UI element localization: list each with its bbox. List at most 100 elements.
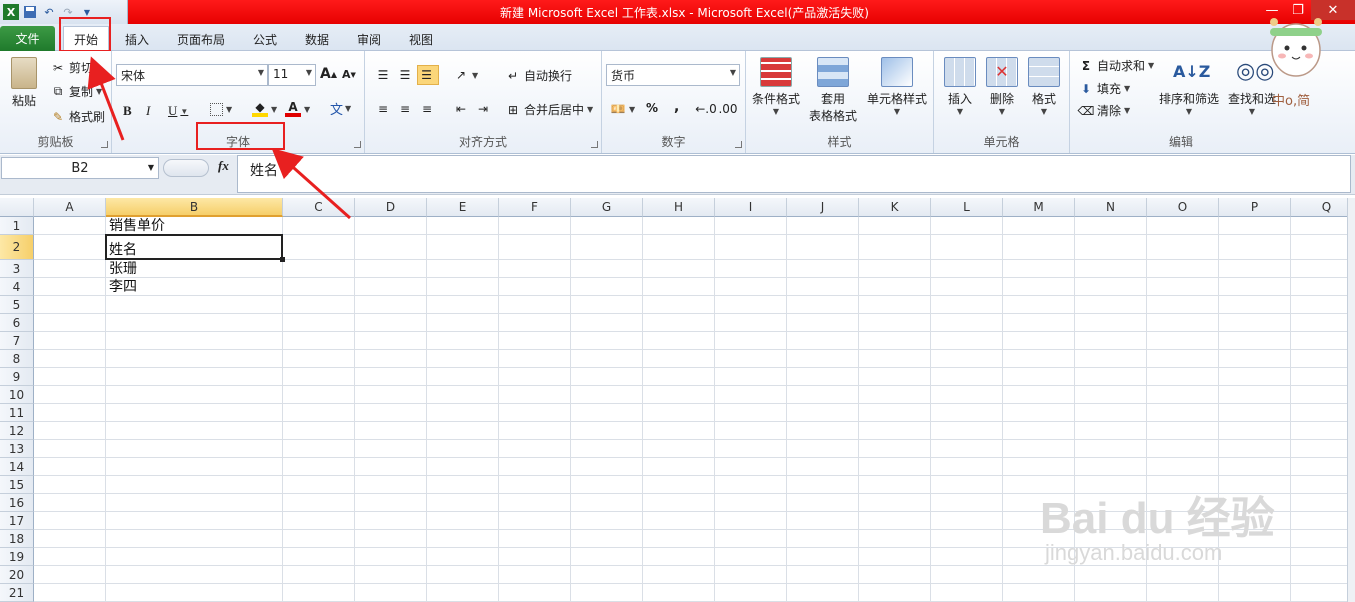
column-header-m[interactable]: M xyxy=(1003,198,1075,217)
shrink-font-button[interactable]: A ▼ xyxy=(342,68,356,81)
fill-color-button[interactable]: ◆ ▼ xyxy=(252,100,277,117)
align-top-button[interactable]: ☰ xyxy=(375,67,394,83)
row-header-7[interactable]: 7 xyxy=(0,332,34,350)
column-header-a[interactable]: A xyxy=(34,198,106,217)
row-header-18[interactable]: 18 xyxy=(0,530,34,548)
formula-input[interactable]: 姓名 xyxy=(237,155,1351,193)
insert-function-button[interactable]: fx xyxy=(218,158,229,174)
row-header-21[interactable]: 21 xyxy=(0,584,34,602)
increase-decimal-button[interactable]: ←.0 xyxy=(695,101,717,117)
font-launcher-icon[interactable] xyxy=(354,141,361,148)
row-header-14[interactable]: 14 xyxy=(0,458,34,476)
formula-bar-handle[interactable] xyxy=(163,159,209,177)
row-header-17[interactable]: 17 xyxy=(0,512,34,530)
sort-filter-button[interactable]: A↓Z 排序和筛选 ▼ xyxy=(1158,57,1220,116)
decrease-indent-button[interactable]: ⇤ xyxy=(453,101,472,117)
cell-b3[interactable]: 张珊 xyxy=(106,260,283,278)
phonetic-button[interactable]: 文 ▼ xyxy=(330,99,351,118)
tab-view[interactable]: 视图 xyxy=(402,28,440,50)
grow-font-button[interactable]: A ▲ xyxy=(320,66,337,82)
align-left-button[interactable]: ≡ xyxy=(375,101,394,117)
column-header-p[interactable]: P xyxy=(1219,198,1291,217)
select-all-corner[interactable] xyxy=(0,198,34,217)
column-header-j[interactable]: J xyxy=(787,198,859,217)
column-header-q[interactable]: Q xyxy=(1291,198,1347,217)
copy-button[interactable]: ⧉ 复制 ▼ xyxy=(50,83,102,100)
merge-center-button[interactable]: ⊞ 合并后居中 ▼ xyxy=(505,101,593,118)
row-header-15[interactable]: 15 xyxy=(0,476,34,494)
wrap-text-button[interactable]: ↵ 自动换行 xyxy=(505,67,572,84)
row-header-8[interactable]: 8 xyxy=(0,350,34,368)
increase-indent-button[interactable]: ⇥ xyxy=(475,101,494,117)
italic-button[interactable]: I xyxy=(146,103,150,119)
percent-button[interactable]: % xyxy=(646,101,658,115)
column-header-i[interactable]: I xyxy=(715,198,787,217)
delete-cells-button[interactable]: ✕ 删除 ▼ xyxy=(982,57,1022,116)
row-header-11[interactable]: 11 xyxy=(0,404,34,422)
column-header-k[interactable]: K xyxy=(859,198,931,217)
column-header-d[interactable]: D xyxy=(355,198,427,217)
format-cells-button[interactable]: 格式 ▼ xyxy=(1024,57,1064,116)
row-header-16[interactable]: 16 xyxy=(0,494,34,512)
format-painter-button[interactable]: ✎ 格式刷 xyxy=(50,108,105,125)
name-box[interactable]: B2 ▼ xyxy=(1,157,159,179)
row-header-9[interactable]: 9 xyxy=(0,368,34,386)
save-icon[interactable] xyxy=(22,4,38,20)
underline-button[interactable]: U ▼ xyxy=(168,103,188,119)
column-header-e[interactable]: E xyxy=(427,198,499,217)
conditional-format-button[interactable]: 条件格式 ▼ xyxy=(750,57,802,116)
cell-b4[interactable]: 李四 xyxy=(106,278,283,296)
alignment-launcher-icon[interactable] xyxy=(591,141,598,148)
tab-formulas[interactable]: 公式 xyxy=(246,28,284,50)
undo-button[interactable]: ↶ xyxy=(41,4,57,20)
vertical-scrollbar[interactable] xyxy=(1347,198,1355,602)
font-size-combo[interactable]: 11 ▼ xyxy=(268,64,316,86)
row-header-2[interactable]: 2 xyxy=(0,235,34,260)
bold-button[interactable]: B xyxy=(123,103,132,119)
column-header-g[interactable]: G xyxy=(571,198,643,217)
decrease-decimal-button[interactable]: .00 xyxy=(718,101,739,117)
cell-styles-button[interactable]: 单元格样式 ▼ xyxy=(864,57,930,116)
tab-data[interactable]: 数据 xyxy=(298,28,336,50)
clipboard-launcher-icon[interactable] xyxy=(101,141,108,148)
column-header-b[interactable]: B xyxy=(106,198,283,217)
orientation-button[interactable]: ↗ ▼ xyxy=(453,67,478,83)
align-center-button[interactable]: ≡ xyxy=(397,101,416,117)
column-header-c[interactable]: C xyxy=(283,198,355,217)
cell-b1[interactable]: 销售单价 xyxy=(106,217,283,235)
align-right-button[interactable]: ≡ xyxy=(419,101,438,117)
row-header-12[interactable]: 12 xyxy=(0,422,34,440)
align-middle-button[interactable]: ☰ xyxy=(397,67,416,83)
row-header-19[interactable]: 19 xyxy=(0,548,34,566)
tab-file[interactable]: 文件 xyxy=(0,26,55,51)
accounting-button[interactable]: 💴 ▼ xyxy=(610,101,636,117)
paste-button[interactable]: 粘贴 xyxy=(6,57,42,109)
row-header-10[interactable]: 10 xyxy=(0,386,34,404)
clear-button[interactable]: ⌫ 清除 ▼ xyxy=(1078,102,1131,119)
column-header-o[interactable]: O xyxy=(1147,198,1219,217)
autosum-button[interactable]: Σ 自动求和 ▼ xyxy=(1078,57,1154,74)
fill-handle[interactable] xyxy=(280,257,285,262)
column-header-l[interactable]: L xyxy=(931,198,1003,217)
comma-button[interactable]: , xyxy=(674,99,679,115)
row-header-4[interactable]: 4 xyxy=(0,278,34,296)
font-color-button[interactable]: A ▼ xyxy=(285,100,310,117)
row-header-13[interactable]: 13 xyxy=(0,440,34,458)
number-launcher-icon[interactable] xyxy=(735,141,742,148)
number-format-combo[interactable]: 货币 ▼ xyxy=(606,64,740,86)
fill-button[interactable]: ⬇ 填充 ▼ xyxy=(1078,80,1130,97)
border-button[interactable]: ▼ xyxy=(210,103,232,116)
column-header-n[interactable]: N xyxy=(1075,198,1147,217)
row-header-6[interactable]: 6 xyxy=(0,314,34,332)
row-header-5[interactable]: 5 xyxy=(0,296,34,314)
row-header-3[interactable]: 3 xyxy=(0,260,34,278)
column-header-f[interactable]: F xyxy=(499,198,571,217)
row-header-1[interactable]: 1 xyxy=(0,217,34,235)
tab-review[interactable]: 审阅 xyxy=(350,28,388,50)
row-header-20[interactable]: 20 xyxy=(0,566,34,584)
align-bottom-button[interactable]: ☰ xyxy=(417,65,439,85)
tab-page-layout[interactable]: 页面布局 xyxy=(170,28,232,50)
font-name-combo[interactable]: 宋体 ▼ xyxy=(116,64,268,86)
format-as-table-button[interactable]: 套用 表格格式 xyxy=(804,57,862,124)
insert-cells-button[interactable]: 插入 ▼ xyxy=(940,57,980,116)
